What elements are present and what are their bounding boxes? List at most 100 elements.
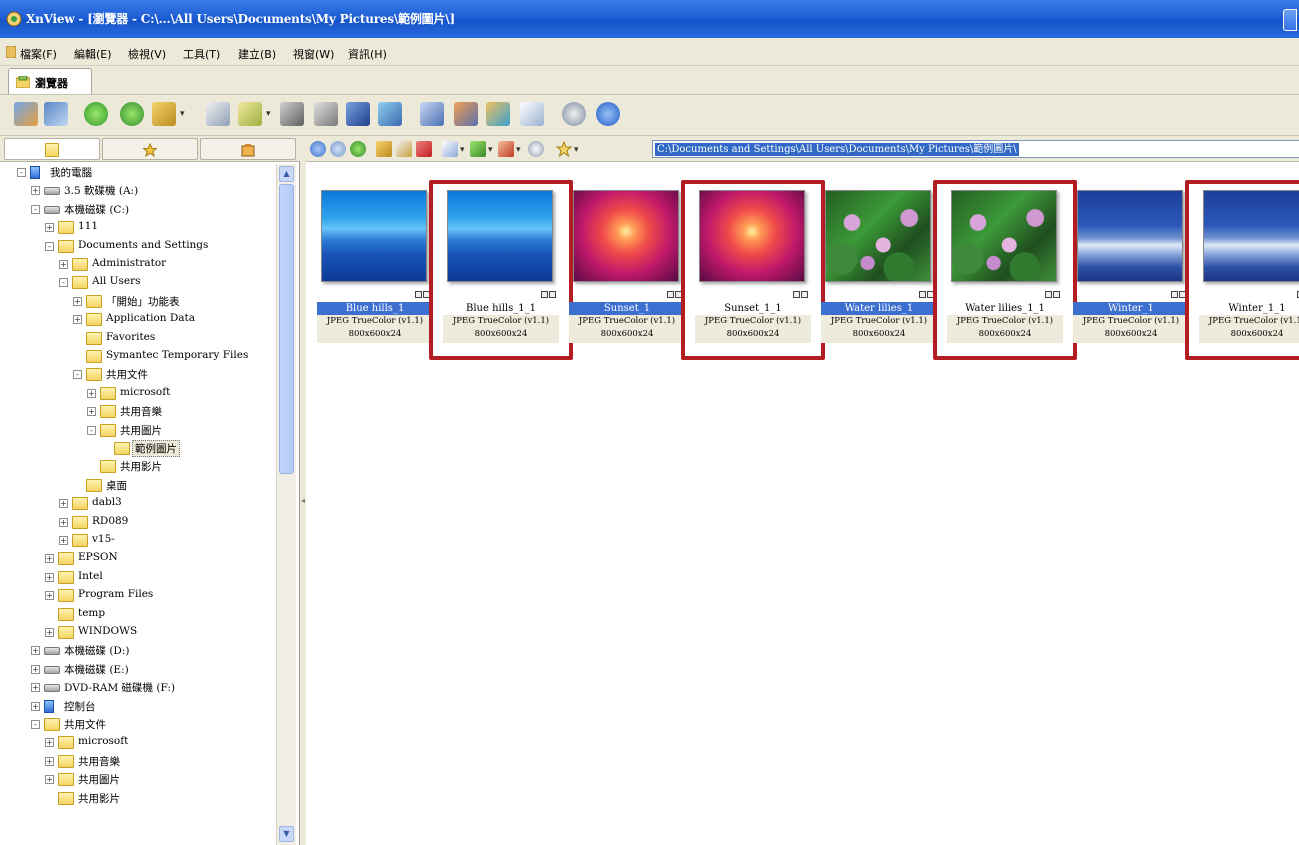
info-icon[interactable] xyxy=(596,102,620,126)
tree-node[interactable]: + Administrator xyxy=(0,256,276,273)
tree-node[interactable]: + 共用音樂 xyxy=(0,753,276,770)
print-icon[interactable] xyxy=(314,102,338,126)
collapse-icon[interactable]: - xyxy=(31,720,40,729)
menu-tools[interactable]: 工具(T) xyxy=(183,46,220,62)
expand-icon[interactable]: + xyxy=(45,554,54,564)
back-icon[interactable] xyxy=(310,141,326,157)
collapse-icon[interactable]: - xyxy=(59,278,68,288)
expand-icon[interactable]: + xyxy=(31,701,40,711)
folder-tool-dropdown-icon[interactable]: ▾ xyxy=(180,109,186,119)
tree-node[interactable]: - Documents and Settings xyxy=(0,238,276,255)
address-path-field[interactable]: C:\Documents and Settings\All Users\Docu… xyxy=(652,140,1299,158)
expand-icon[interactable]: + xyxy=(31,646,40,656)
slideshow-icon[interactable] xyxy=(454,102,478,126)
thumbnail-image[interactable] xyxy=(1203,190,1299,282)
xnview-app-icon[interactable] xyxy=(6,11,22,27)
tree-node[interactable]: + 共用音樂 xyxy=(0,403,276,420)
tree-node[interactable]: - 本機磁碟 (C:) xyxy=(0,201,276,218)
expand-icon[interactable]: + xyxy=(73,315,82,325)
tree-node[interactable]: 共用影片 xyxy=(0,790,276,807)
tab-browser[interactable]: 瀏覽器 xyxy=(8,68,92,94)
thumbnail-item[interactable]: Sunset_1_1 JPEG TrueColor (v1.1) 800x600x2… xyxy=(692,186,814,346)
menu-create[interactable]: 建立(B) xyxy=(238,46,276,62)
collapse-icon[interactable]: - xyxy=(17,168,26,177)
tree-node[interactable]: - All Users xyxy=(0,274,276,291)
view-mode-dropdown-icon[interactable]: ▾ xyxy=(460,145,466,155)
tree-node[interactable]: + EPSON xyxy=(0,550,276,567)
tree-node[interactable]: + DVD-RAM 磁碟機 (F:) xyxy=(0,679,276,696)
favorite-dropdown-icon[interactable]: ▾ xyxy=(574,145,580,155)
find-binoculars-icon[interactable] xyxy=(280,102,304,126)
menu-info[interactable]: 資訊(H) xyxy=(348,46,387,62)
tree-node[interactable]: - 共用圖片 xyxy=(0,422,276,439)
thumbnail-item[interactable]: Water lilies_1_1 JPEG TrueColor (v1.1) 800… xyxy=(944,186,1066,346)
tree-node[interactable]: - 我的電腦 xyxy=(0,164,276,181)
delete-icon[interactable] xyxy=(416,141,432,157)
expand-icon[interactable]: + xyxy=(59,536,68,545)
forward-icon[interactable] xyxy=(330,141,346,157)
scroll-down-icon[interactable]: ▼ xyxy=(279,826,294,842)
expand-icon[interactable]: + xyxy=(31,683,40,693)
filmstrip-icon[interactable] xyxy=(44,102,68,126)
copy-icon[interactable] xyxy=(206,102,230,126)
expand-icon[interactable]: + xyxy=(31,186,40,196)
tab-categories[interactable] xyxy=(200,138,296,160)
screenshot-icon[interactable] xyxy=(420,102,444,126)
tree-node[interactable]: 範例圖片 xyxy=(0,440,276,457)
rename-icon[interactable] xyxy=(396,141,412,157)
tree-node[interactable]: + RD089 xyxy=(0,514,276,531)
convert-icon[interactable] xyxy=(486,102,510,126)
tree-node[interactable]: + 控制台 xyxy=(0,698,276,715)
expand-icon[interactable]: + xyxy=(45,223,54,233)
tree-node[interactable]: + 本機磁碟 (E:) xyxy=(0,661,276,678)
tree-node[interactable]: Favorites xyxy=(0,330,276,347)
tree-node[interactable]: + 「開始」功能表 xyxy=(0,293,276,310)
menu-view[interactable]: 檢視(V) xyxy=(128,46,166,62)
thumbnail-image[interactable] xyxy=(699,190,805,282)
tree-node[interactable]: + v15- xyxy=(0,532,276,549)
scroll-up-icon[interactable]: ▲ xyxy=(279,166,294,182)
tab-folders[interactable] xyxy=(4,138,100,160)
tree-node[interactable]: 桌面 xyxy=(0,477,276,494)
tree-node[interactable]: - 共用文件 xyxy=(0,716,276,733)
tree-node[interactable]: - 共用文件 xyxy=(0,366,276,383)
settings-gear-icon[interactable] xyxy=(562,102,586,126)
collapse-icon[interactable]: - xyxy=(87,425,96,435)
expand-icon[interactable]: + xyxy=(59,260,68,269)
expand-icon[interactable]: + xyxy=(59,499,68,509)
contact-sheet-icon[interactable] xyxy=(520,102,544,126)
sort-dropdown-icon[interactable]: ▾ xyxy=(488,145,494,155)
expand-icon[interactable]: + xyxy=(45,738,54,748)
folder-tree[interactable]: - 我的電腦 +3.5 軟碟機 (A:) - 本機磁碟 (C:) +111 - Documen… xyxy=(0,164,276,845)
tree-node[interactable]: + dabl3 xyxy=(0,495,276,512)
collapse-icon[interactable]: - xyxy=(73,370,82,380)
thumbnail-item[interactable]: Blue hills_1_1 JPEG TrueColor (v1.1) 800x6… xyxy=(440,186,562,346)
thumbnail-view[interactable]: Blue hills_1 JPEG TrueColor (v1.1) 800x600… xyxy=(306,162,1299,845)
thumbnail-image[interactable] xyxy=(951,190,1057,282)
tree-node[interactable]: + Intel xyxy=(0,569,276,586)
scan-icon[interactable] xyxy=(346,102,370,126)
scrollbar-thumb[interactable] xyxy=(279,184,294,474)
refresh-icon[interactable] xyxy=(84,102,108,126)
thumbnail-image[interactable] xyxy=(447,190,553,282)
window-control-button[interactable] xyxy=(1283,9,1297,31)
thumbnail-image[interactable] xyxy=(573,190,679,282)
capture-icon[interactable] xyxy=(378,102,402,126)
paste-dropdown-icon[interactable]: ▾ xyxy=(266,109,272,119)
expand-icon[interactable]: + xyxy=(45,591,54,601)
thumbnail-image[interactable] xyxy=(321,190,427,282)
tree-node[interactable]: Symantec Temporary Files xyxy=(0,348,276,365)
collapse-icon[interactable]: - xyxy=(31,204,40,214)
expand-icon[interactable]: + xyxy=(31,664,40,674)
thumbnail-image[interactable] xyxy=(825,190,931,282)
up-folder-icon[interactable] xyxy=(350,141,366,157)
folder-tool-icon[interactable] xyxy=(152,102,176,126)
menu-edit[interactable]: 編輯(E) xyxy=(74,46,112,62)
tree-node[interactable]: + WINDOWS xyxy=(0,624,276,641)
thumbnail-item[interactable]: Winter_1_1 JPEG TrueColor (v1.1) 800x600x2… xyxy=(1196,186,1299,346)
filter-dropdown-icon[interactable]: ▾ xyxy=(516,145,522,155)
expand-icon[interactable]: + xyxy=(45,572,54,582)
thumbnail-item[interactable]: Sunset_1 JPEG TrueColor (v1.1) 800x600x24 xyxy=(566,186,688,346)
splitter-grip-icon[interactable]: ◂ xyxy=(301,496,305,516)
filter-icon[interactable] xyxy=(498,141,514,157)
